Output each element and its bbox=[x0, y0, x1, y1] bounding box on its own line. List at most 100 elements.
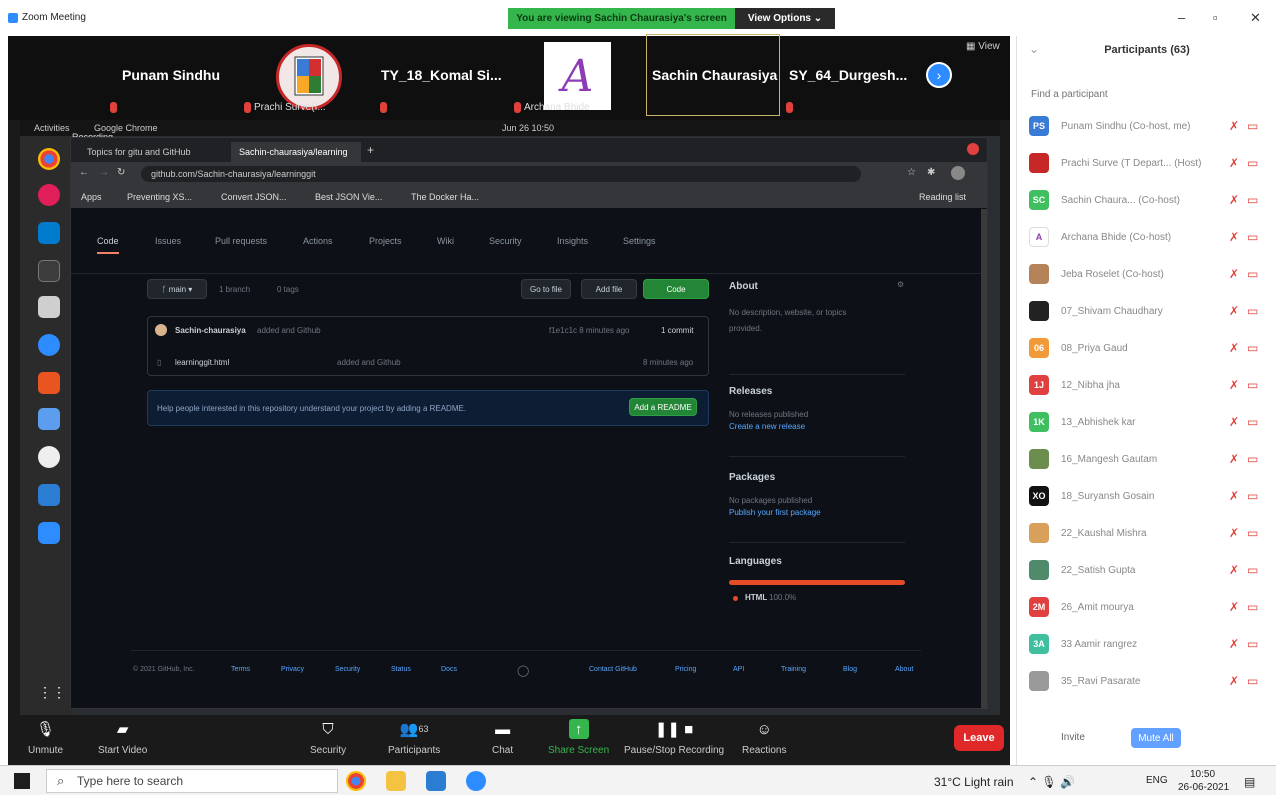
bookmark-best-json[interactable]: Best JSON Vie... bbox=[315, 192, 382, 202]
commit-message[interactable]: added and Github bbox=[257, 326, 321, 335]
weather-widget[interactable]: 31°C Light rain bbox=[934, 775, 1014, 789]
commit-author[interactable]: Sachin-chaurasiya bbox=[175, 326, 246, 335]
footer-pricing[interactable]: Pricing bbox=[675, 666, 696, 673]
participant-row[interactable]: Prachi Surve (T Depart... (Host) ✗ ▭ bbox=[1029, 149, 1269, 177]
bookmark-apps[interactable]: Apps bbox=[81, 192, 102, 202]
participant-row[interactable]: PS Punam Sindhu (Co-host, me) ✗ ▭ bbox=[1029, 112, 1269, 140]
bookmark-preventing[interactable]: Preventing XS... bbox=[127, 192, 192, 202]
security-button[interactable]: ⛉ Security bbox=[310, 719, 346, 757]
help-icon[interactable] bbox=[38, 334, 60, 356]
bookmark-star-icon[interactable]: ☆ bbox=[907, 167, 916, 178]
add-file-button[interactable]: Add file bbox=[581, 279, 637, 299]
footer-training[interactable]: Training bbox=[781, 666, 806, 673]
zoom-app-icon[interactable] bbox=[38, 522, 60, 544]
tray-icons[interactable]: ⌃ 🎙 🔊 bbox=[1028, 775, 1075, 789]
branch-count[interactable]: 1 branch bbox=[219, 285, 250, 294]
invite-button[interactable]: Invite bbox=[1061, 732, 1085, 743]
maximize-icon[interactable]: ▫ bbox=[1213, 10, 1218, 25]
participant-row[interactable]: 22_Satish Gupta ✗ ▭ bbox=[1029, 556, 1269, 584]
create-release-link[interactable]: Create a new release bbox=[729, 422, 805, 431]
mute-all-button[interactable]: Mute All bbox=[1131, 728, 1181, 748]
gh-tab-pull-requests[interactable]: Pull requests bbox=[215, 236, 267, 246]
back-icon[interactable]: ← bbox=[79, 167, 89, 178]
gh-tab-wiki[interactable]: Wiki bbox=[437, 236, 454, 246]
participant-row[interactable]: 2M 26_Amit mourya ✗ ▭ bbox=[1029, 593, 1269, 621]
chrome-close-icon[interactable] bbox=[967, 143, 979, 155]
taskbar-explorer-icon[interactable] bbox=[386, 771, 406, 791]
close-icon[interactable]: ✕ bbox=[1250, 10, 1261, 26]
reactions-button[interactable]: ☺ Reactions bbox=[742, 719, 786, 757]
participant-row[interactable]: 3A 33 Aamir rangrez ✗ ▭ bbox=[1029, 630, 1269, 658]
language-indicator[interactable]: ENG bbox=[1146, 775, 1168, 786]
slack-icon[interactable] bbox=[38, 184, 60, 206]
collapse-panel-icon[interactable]: ⌄ bbox=[1029, 42, 1039, 56]
text-editor-icon[interactable] bbox=[38, 408, 60, 430]
gallery-next-button[interactable]: › bbox=[926, 62, 952, 88]
commit-meta[interactable]: f1e1c1c 8 minutes ago bbox=[549, 326, 630, 335]
github-logo-icon[interactable]: ◯ bbox=[517, 664, 529, 677]
view-layout-button[interactable]: ▦ View bbox=[966, 41, 1000, 52]
view-options-button[interactable]: View Options ⌄ bbox=[735, 8, 835, 29]
footer-api[interactable]: API bbox=[733, 666, 744, 673]
address-bar[interactable]: github.com/Sachin-chaurasiya/learninggit bbox=[141, 166, 861, 182]
leave-button[interactable]: Leave bbox=[954, 725, 1004, 751]
taskbar-store-icon[interactable] bbox=[426, 771, 446, 791]
branch-selector[interactable]: ᚴ main ▾ bbox=[147, 279, 207, 299]
go-to-file-button[interactable]: Go to file bbox=[521, 279, 571, 299]
language-name[interactable]: HTML bbox=[745, 593, 767, 602]
gh-tab-actions[interactable]: Actions bbox=[303, 236, 333, 246]
publish-package-link[interactable]: Publish your first package bbox=[729, 508, 821, 517]
participant-row[interactable]: 16_Mangesh Gautam ✗ ▭ bbox=[1029, 445, 1269, 473]
new-tab-icon[interactable]: + bbox=[367, 143, 374, 157]
gh-tab-insights[interactable]: Insights bbox=[557, 236, 588, 246]
participant-row[interactable]: 06 08_Priya Gaud ✗ ▭ bbox=[1029, 334, 1269, 362]
file-commit-message[interactable]: added and Github bbox=[337, 358, 401, 367]
gh-tab-issues[interactable]: Issues bbox=[155, 236, 181, 246]
gh-tab-code[interactable]: Code bbox=[97, 236, 119, 254]
file-name[interactable]: learninggit.html bbox=[175, 358, 229, 367]
participant-row[interactable]: 1K 13_Abhishek kar ✗ ▭ bbox=[1029, 408, 1269, 436]
footer-about[interactable]: About bbox=[895, 666, 913, 673]
settings-icon[interactable] bbox=[38, 446, 60, 468]
taskbar-zoom-icon[interactable] bbox=[466, 771, 486, 791]
start-icon[interactable] bbox=[14, 773, 30, 789]
share-screen-button[interactable]: ↑ Share Screen bbox=[548, 719, 609, 756]
extensions-icon[interactable]: ✱ bbox=[927, 167, 935, 178]
minimize-icon[interactable]: – bbox=[1178, 10, 1185, 25]
start-video-button[interactable]: ▰ Start Video bbox=[98, 719, 147, 756]
terminal-icon[interactable] bbox=[38, 260, 60, 282]
footer-privacy[interactable]: Privacy bbox=[281, 666, 304, 673]
participant-row[interactable]: 1J 12_Nibha jha ✗ ▭ bbox=[1029, 371, 1269, 399]
footer-docs[interactable]: Docs bbox=[441, 666, 457, 673]
footer-terms[interactable]: Terms bbox=[231, 666, 250, 673]
chrome-tab-1[interactable]: Topics for gitu and GitHub bbox=[79, 142, 219, 162]
taskbar-search-box[interactable]: ⌕ Type here to search bbox=[46, 769, 338, 793]
participant-row[interactable]: SC Sachin Chaura... (Co-host) ✗ ▭ bbox=[1029, 186, 1269, 214]
participant-row[interactable]: XO 18_Suryansh Gosain ✗ ▭ bbox=[1029, 482, 1269, 510]
clock-time[interactable]: 10:50 bbox=[1190, 769, 1215, 780]
footer-security[interactable]: Security bbox=[335, 666, 360, 673]
notifications-icon[interactable]: ▤ bbox=[1244, 775, 1255, 789]
gh-tab-security[interactable]: Security bbox=[489, 236, 522, 246]
participants-button[interactable]: 👥 63 Participants bbox=[388, 719, 440, 756]
chrome-tab-2[interactable]: Sachin-chaurasiya/learning bbox=[231, 142, 361, 162]
participant-row[interactable]: 07_Shivam Chaudhary ✗ ▭ bbox=[1029, 297, 1269, 325]
footer-blog[interactable]: Blog bbox=[843, 666, 857, 673]
notes-icon[interactable] bbox=[38, 484, 60, 506]
chrome-icon[interactable] bbox=[38, 148, 60, 170]
code-button[interactable]: Code bbox=[643, 279, 709, 299]
participant-search-input[interactable] bbox=[1031, 84, 1261, 104]
chat-button[interactable]: ▬ Chat bbox=[492, 719, 513, 757]
participant-row[interactable]: 22_Kaushal Mishra ✗ ▭ bbox=[1029, 519, 1269, 547]
bookmark-convert-json[interactable]: Convert JSON... bbox=[221, 192, 287, 202]
software-icon[interactable] bbox=[38, 372, 60, 394]
reading-list[interactable]: Reading list bbox=[919, 192, 966, 202]
tag-count[interactable]: 0 tags bbox=[277, 285, 299, 294]
gh-tab-settings[interactable]: Settings bbox=[623, 236, 656, 246]
participant-row[interactable]: Jeba Roselet (Co-host) ✗ ▭ bbox=[1029, 260, 1269, 288]
vscode-icon[interactable] bbox=[38, 222, 60, 244]
clock-date[interactable]: 26-06-2021 bbox=[1178, 782, 1229, 793]
shared-screen-scrollbar[interactable] bbox=[981, 209, 987, 709]
taskbar-chrome-icon[interactable] bbox=[346, 771, 366, 791]
profile-avatar[interactable] bbox=[951, 166, 965, 180]
